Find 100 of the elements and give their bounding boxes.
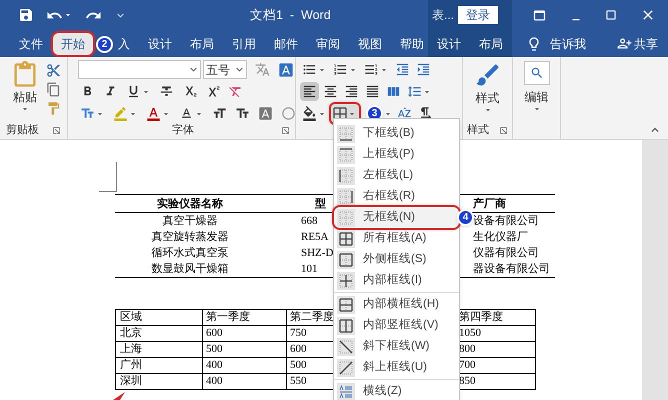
menu-item[interactable]: 下框线(B) [334, 123, 459, 144]
table-header-cell: 区域 [120, 311, 142, 323]
table-cell: 500 [290, 359, 306, 371]
ribbon-tab[interactable]: 设计 [140, 32, 180, 54]
menu-item[interactable]: 横线(Z) [334, 381, 459, 400]
dialog-launcher-icon[interactable] [281, 126, 290, 134]
copy-icon[interactable] [46, 82, 61, 97]
character-border-icon[interactable] [278, 62, 294, 78]
right-border-icon [337, 188, 355, 206]
table-cell: 700 [459, 359, 476, 371]
tell-me-field[interactable]: 告诉我 [550, 34, 586, 52]
menu-item[interactable]: 斜上框线(U) [334, 357, 459, 378]
table-cell: 850 [459, 375, 476, 387]
font-color-icon[interactable] [146, 106, 161, 121]
ribbon-tab[interactable]: 设计 [431, 32, 467, 54]
group-label: 剪贴板 [6, 122, 39, 138]
context-tab-group: 表... [432, 6, 454, 24]
group-label: 样式 [467, 122, 489, 138]
inside-vertical-border-icon [337, 316, 355, 334]
dialog-launcher-icon[interactable] [52, 126, 61, 134]
table-cell: 400 [206, 375, 222, 387]
menu-item[interactable]: 所有框线(A) [334, 228, 459, 249]
table-cell: SHZ-D [301, 247, 334, 259]
font-size-field[interactable]: 五号 [203, 60, 247, 79]
menu-item[interactable]: 无框线(N) [334, 207, 459, 228]
table-cell: 500 [206, 343, 222, 355]
menu-item[interactable]: 内部框线(I) [334, 270, 459, 291]
diagonal-down-border-icon [337, 338, 355, 356]
underline-icon[interactable] [126, 84, 141, 99]
bullet-list-icon[interactable] [302, 62, 317, 77]
cut-icon[interactable] [46, 63, 61, 78]
table-cell: 器设备有限公司 [473, 263, 550, 275]
shading-icon[interactable] [302, 106, 317, 121]
ribbon-tab[interactable]: 帮助 [392, 32, 432, 54]
ribbon-tab[interactable]: 开始 [53, 32, 93, 54]
ribbon-tab[interactable]: 邮件 [266, 32, 306, 54]
table-cell: 仪器有限公司 [473, 247, 539, 259]
phonetic-guide-icon[interactable] [255, 62, 270, 77]
annotation-arrow [113, 392, 125, 400]
menu-item[interactable]: 内部横框线(H) [334, 294, 459, 315]
table-cell: 北京 [120, 327, 142, 339]
table-cell: 668 [301, 215, 318, 227]
ribbon-tab[interactable]: 入 [110, 32, 138, 54]
inside-horizontal-border-icon [337, 296, 355, 314]
table-cell: RE5A [301, 231, 328, 243]
login-button[interactable]: 登录 [458, 6, 498, 24]
margin-mark [99, 162, 117, 192]
numbered-list-icon[interactable] [333, 62, 348, 77]
menu-item[interactable]: 内部竖框线(V) [334, 315, 459, 336]
ribbon-tab[interactable]: 布局 [473, 32, 509, 54]
left-border-icon [337, 166, 355, 184]
multilevel-list-icon[interactable] [364, 62, 379, 77]
search-icon[interactable] [524, 61, 550, 85]
inside-borders-icon [337, 272, 355, 290]
table-cell: 800 [459, 343, 476, 355]
diagonal-up-border-icon [337, 358, 355, 376]
ribbon-display-icon[interactable] [532, 8, 547, 22]
outside-borders-icon [337, 250, 355, 268]
table-cell: 生化仪器厂 [473, 231, 528, 243]
save-icon[interactable] [18, 7, 34, 23]
table-header-cell: 型 [315, 198, 326, 210]
bottom-border-icon [337, 124, 355, 142]
menu-item[interactable]: 左框线(L) [334, 165, 459, 186]
group-label: 字体 [172, 122, 194, 138]
table-cell-text: 真空干燥器 [162, 214, 218, 229]
menu-item[interactable]: 外侧框线(S) [334, 249, 459, 270]
table-header-cell: 第四季度 [459, 311, 503, 323]
table-cell-text: 循环水式真空泵 [152, 246, 228, 261]
menu-item[interactable]: 斜下框线(W) [334, 336, 459, 357]
paste-button[interactable]: 粘贴 [8, 61, 42, 121]
maximize-icon[interactable] [604, 8, 618, 22]
table-header-cell: 第二季度 [290, 311, 334, 323]
line-spacing-icon[interactable] [407, 84, 422, 99]
share-icon[interactable] [617, 36, 632, 51]
ribbon-tab[interactable]: 引用 [224, 32, 264, 54]
table-header-cell: 产厂商 [473, 198, 506, 210]
table-cell: 101 [301, 263, 318, 275]
table-cell-text: 真空旋转蒸发器 [152, 230, 228, 245]
change-case-icon[interactable] [179, 106, 194, 121]
font-name-field[interactable] [78, 60, 201, 79]
ribbon-tab[interactable]: 布局 [182, 32, 222, 54]
ribbon-tab[interactable]: 文件 [11, 32, 51, 54]
editing-button[interactable]: 编辑 [513, 57, 560, 121]
styles-button[interactable]: 样式 [463, 57, 512, 121]
share-button[interactable]: 共享 [634, 34, 658, 52]
table-header-cell: 第一季度 [206, 311, 250, 323]
text-effects-icon[interactable] [80, 106, 95, 121]
table-cell: 设备有限公司 [473, 215, 539, 227]
table-cell: 400 [206, 359, 222, 371]
table-cell-text: 数显鼓风干燥箱 [152, 262, 228, 277]
ribbon-tab[interactable]: 审阅 [308, 32, 348, 54]
table-cell: 600 [290, 343, 306, 355]
top-border-icon [337, 146, 355, 164]
table-cell: 上海 [120, 343, 142, 355]
table-cell: 600 [206, 327, 222, 339]
table-header-cell-text: 实验仪器名称 [157, 196, 223, 212]
dialog-launcher-icon[interactable] [499, 126, 508, 134]
table-cell: 深圳 [120, 375, 142, 387]
ribbon-tab[interactable]: 视图 [350, 32, 390, 54]
menu-item[interactable]: 上框线(P) [334, 144, 459, 165]
